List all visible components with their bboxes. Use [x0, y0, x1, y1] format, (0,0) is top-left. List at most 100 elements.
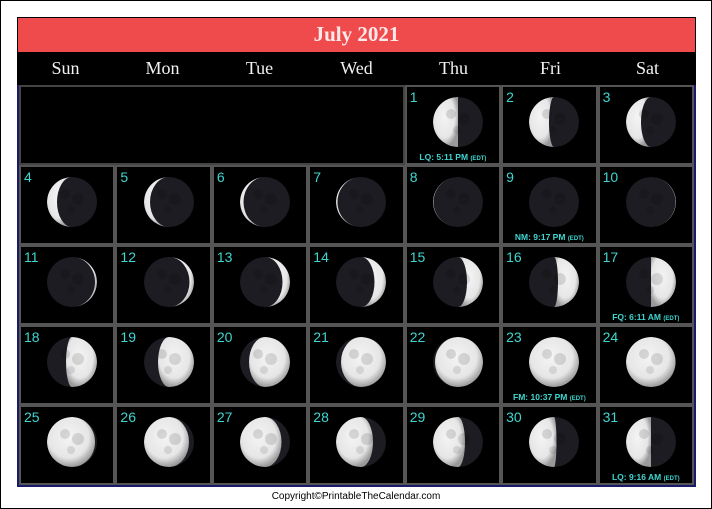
day-number: 7 [313, 169, 322, 185]
weekday-wed: Wed [340, 58, 373, 78]
day-cell: 10 [597, 165, 694, 245]
weekday-header-row: Sun Mon Tue Wed Thu Fri Sat [17, 52, 696, 85]
moon-phase-icon [47, 337, 98, 387]
day-number: 28 [313, 409, 329, 425]
day-cell: 27 [211, 405, 309, 485]
moon-event-timezone: (EDT) [470, 156, 487, 162]
day-number: 18 [24, 329, 40, 345]
day-cell: 22 [404, 325, 502, 405]
day-cell: 24 [597, 325, 694, 405]
day-cell: 28 [308, 405, 405, 485]
moon-phase-icon [529, 417, 580, 467]
moon-event-label: LQ: 5:11 PM (EDT) [407, 152, 499, 162]
moon-event-label: FQ: 6:11 AM (EDT) [600, 312, 692, 322]
day-number: 31 [602, 409, 619, 425]
day-cell: 7 [308, 165, 405, 245]
day-number: 16 [506, 249, 522, 265]
moon-event-label: NM: 9:17 PM (EDT) [503, 232, 595, 242]
day-number: 15 [409, 249, 426, 265]
moon-phase-icon [625, 417, 676, 467]
copyright-footer: Copyright©PrintableTheCalendar.com [271, 491, 441, 502]
moon-phase-icon [47, 417, 98, 467]
moon-phase-icon [240, 417, 291, 467]
weekday-sun: Sun [51, 58, 80, 78]
moon-phase-icon [432, 97, 483, 147]
moon-event-time: FQ: 6:11 AM [612, 312, 661, 322]
day-number: 20 [216, 329, 233, 345]
moon-event-timezone: (EDT) [663, 476, 680, 482]
day-cell: 6 [211, 165, 309, 245]
day-cell: 16 [501, 245, 598, 325]
moon-phase-icon [240, 177, 291, 227]
moon-phase-icon [432, 337, 483, 387]
empty-leading-cell [19, 85, 405, 165]
moon-phase-icon [47, 177, 98, 227]
day-cell: 23 FM: 10:37 PM (EDT) [501, 325, 598, 405]
day-cell: 30 [501, 405, 598, 485]
day-cell: 17 FQ: 6:11 AM (EDT) [597, 245, 694, 325]
moon-event-timezone: (EDT) [569, 396, 586, 402]
day-number: 10 [602, 169, 619, 185]
day-number: 8 [409, 169, 418, 185]
moon-event-timezone: (EDT) [567, 236, 584, 242]
day-cell: 1 LQ: 5:11 PM (EDT) [404, 85, 502, 165]
day-number: 29 [409, 409, 426, 425]
moon-phase-icon [143, 417, 194, 467]
day-number: 30 [506, 409, 522, 425]
moon-event-label: LQ: 9:16 AM (EDT) [600, 472, 692, 482]
day-cell: 19 [115, 325, 212, 405]
moon-phase-icon [143, 337, 194, 387]
moon-phase-icon [336, 337, 387, 387]
day-number: 23 [506, 329, 522, 345]
weekday-fri: Fri [539, 58, 561, 78]
day-cell: 20 [211, 325, 309, 405]
moon-event-time: LQ: 9:16 AM [611, 472, 662, 482]
day-number: 12 [120, 249, 136, 265]
day-cell: 31 LQ: 9:16 AM (EDT) [597, 405, 694, 485]
day-number: 5 [120, 169, 129, 185]
moon-phase-icon [47, 257, 98, 307]
moon-event-timezone: (EDT) [663, 316, 680, 322]
moon-phase-icon [240, 257, 291, 307]
moon-phase-icon [432, 177, 483, 227]
day-grid: 1 LQ: 5:11 PM (EDT) 2 3 4 5 6 7 8 9 NM: … [17, 85, 696, 487]
day-number: 1 [409, 89, 418, 105]
moon-phase-icon [432, 257, 483, 307]
day-number: 26 [120, 409, 136, 425]
moon-calendar: July 2021 Sun Mon Tue Wed Thu Fri Sat 1 … [17, 17, 696, 487]
day-number: 4 [24, 169, 32, 185]
moon-phase-icon [625, 177, 676, 227]
day-number: 6 [216, 169, 225, 185]
day-number: 2 [506, 89, 514, 105]
moon-phase-icon [336, 257, 387, 307]
moon-phase-icon [529, 177, 580, 227]
day-number: 21 [313, 329, 329, 345]
day-cell: 12 [115, 245, 212, 325]
moon-phase-icon [529, 257, 580, 307]
weekday-tue: Tue [245, 58, 274, 78]
weekday-sat: Sat [635, 58, 659, 78]
moon-event-time: NM: 9:17 PM [514, 232, 566, 242]
day-number: 13 [216, 249, 233, 265]
moon-phase-icon [625, 257, 676, 307]
day-number: 22 [409, 329, 426, 345]
day-cell: 2 [501, 85, 598, 165]
moon-event-time: FM: 10:37 PM [513, 392, 568, 402]
moon-phase-icon [529, 97, 580, 147]
moon-phase-icon [143, 257, 194, 307]
day-number: 24 [602, 329, 619, 345]
moon-phase-icon [143, 177, 194, 227]
day-cell: 3 [597, 85, 694, 165]
day-cell: 13 [211, 245, 309, 325]
day-cell: 5 [115, 165, 212, 245]
day-cell: 4 [19, 165, 116, 245]
day-number: 25 [24, 409, 40, 425]
moon-phase-icon [336, 417, 387, 467]
moon-phase-icon [336, 177, 387, 227]
moon-phase-icon [625, 337, 676, 387]
day-cell: 14 [308, 245, 405, 325]
moon-event-time: LQ: 5:11 PM [419, 152, 469, 162]
weekday-thu: Thu [439, 58, 468, 78]
day-number: 9 [506, 169, 514, 185]
day-number: 27 [216, 409, 233, 425]
